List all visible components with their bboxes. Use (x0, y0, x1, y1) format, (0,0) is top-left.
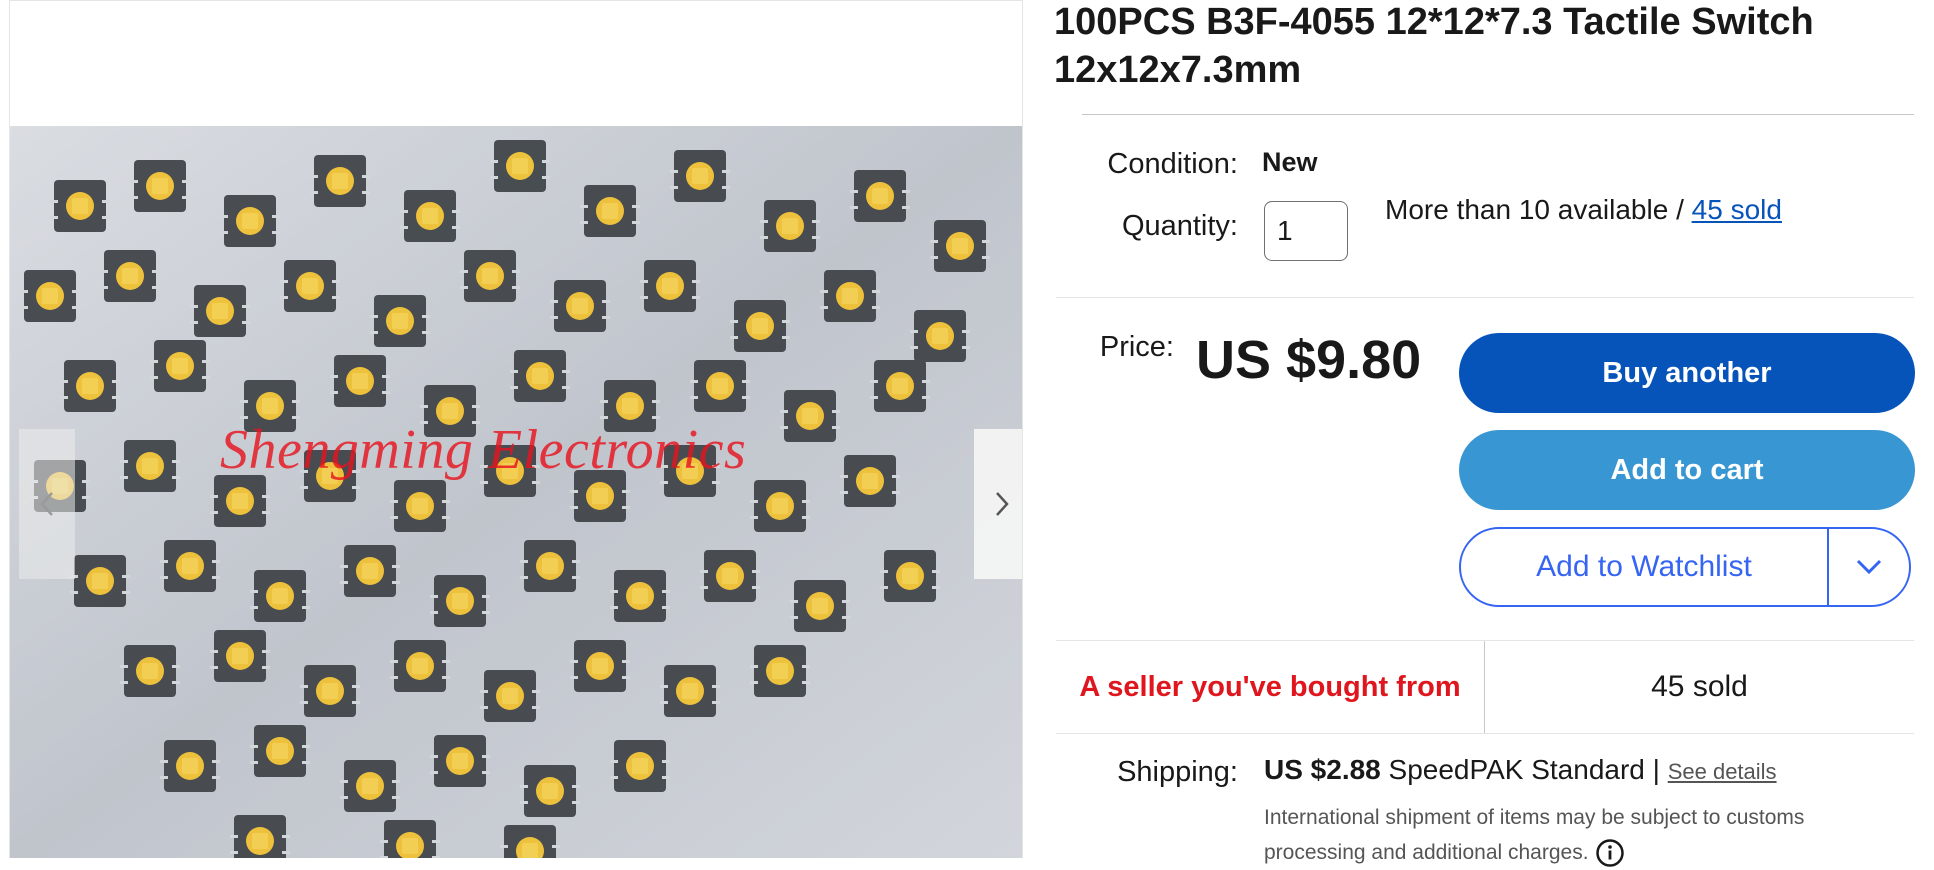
availability-count: More than 10 available / (1385, 194, 1692, 225)
gallery-next-button[interactable] (974, 429, 1022, 579)
purchase-signal-box: A seller you've bought from 45 sold (1056, 641, 1914, 733)
shipping-note: International shipment of items may be s… (1264, 800, 1884, 870)
product-photo[interactable]: Shengming Electronics (10, 126, 1022, 858)
condition-value: New (1262, 147, 1318, 177)
photo-watermark: Shengming Electronics (220, 419, 747, 481)
availability-text: More than 10 available / 45 sold (1385, 194, 1782, 226)
price-label: Price: (1099, 331, 1174, 363)
watchlist-button-group: Add to Watchlist (1459, 527, 1911, 607)
title-divider (1082, 114, 1914, 115)
quantity-label: Quantity: (1121, 210, 1238, 242)
sold-count-link[interactable]: 45 sold (1692, 194, 1782, 225)
product-photo-image (10, 126, 1022, 858)
signal-bottom-divider (1056, 733, 1914, 734)
chevron-right-icon (996, 492, 1009, 516)
gallery-top-whitespace (10, 0, 1022, 127)
info-icon[interactable] (1595, 838, 1625, 868)
shipping-label: Shipping: (1117, 756, 1238, 788)
add-to-watchlist-button[interactable]: Add to Watchlist (1461, 529, 1827, 605)
item-title: 100PCS B3F-4055 12*12*7.3 Tactile Switch… (1054, 1, 1814, 91)
shipping-summary: US $2.88 SpeedPAK Standard | See details (1264, 754, 1777, 786)
buy-another-button[interactable]: Buy another (1459, 333, 1915, 413)
watchlist-dropdown-button[interactable] (1829, 529, 1909, 605)
image-gallery: Shengming Electronics (9, 0, 1023, 858)
add-to-cart-button[interactable]: Add to cart (1459, 430, 1915, 510)
shipping-cost: US $2.88 (1264, 754, 1381, 785)
chevron-down-icon (1856, 559, 1882, 575)
quantity-divider (1056, 297, 1914, 298)
gallery-prev-button[interactable] (19, 429, 75, 579)
price-value: US $9.80 (1196, 330, 1422, 390)
see-details-link[interactable]: See details (1668, 759, 1777, 784)
seller-signal-text: A seller you've bought from (1079, 670, 1461, 703)
shipping-note-text: International shipment of items may be s… (1264, 806, 1805, 864)
quantity-input[interactable] (1264, 201, 1348, 261)
chevron-left-icon (40, 492, 53, 516)
shipping-service: SpeedPAK Standard | (1380, 754, 1668, 785)
condition-label: Condition: (1107, 148, 1238, 180)
sold-count-text: 45 sold (1651, 670, 1748, 703)
